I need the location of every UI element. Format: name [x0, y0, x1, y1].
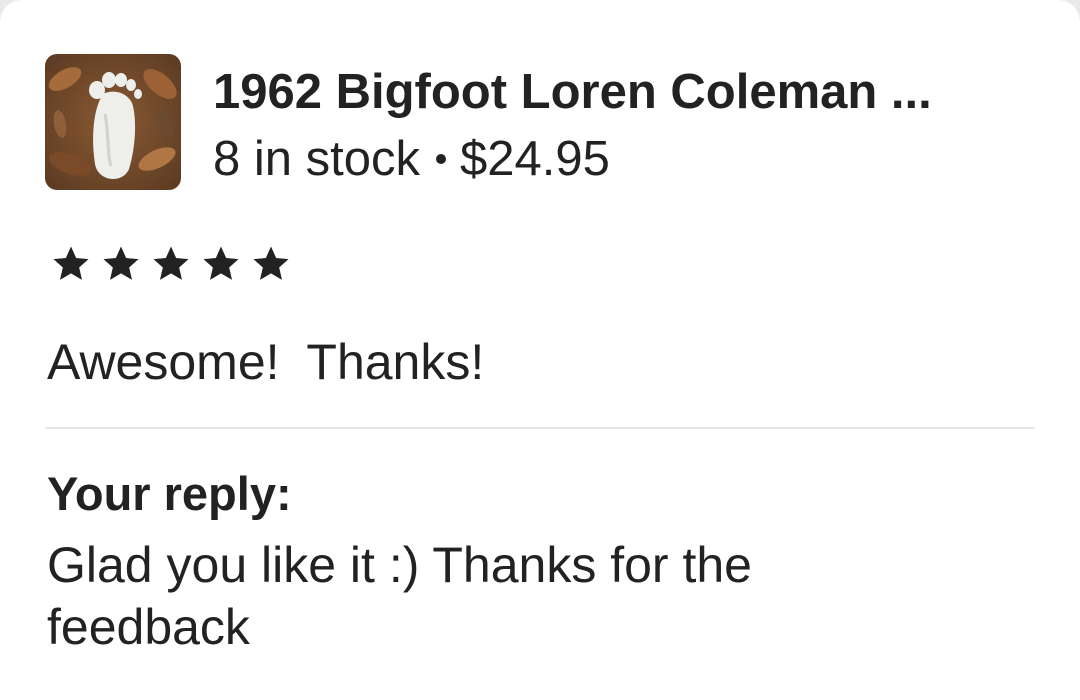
star-rating: [50, 244, 292, 284]
star-icon: [53, 246, 89, 280]
listing-summary[interactable]: 1962 Bigfoot Loren Coleman ... 8 in stoc…: [45, 54, 1035, 190]
review-card: 1962 Bigfoot Loren Coleman ... 8 in stoc…: [0, 0, 1080, 700]
divider: [45, 427, 1035, 429]
listing-info: 1962 Bigfoot Loren Coleman ... 8 in stoc…: [213, 60, 1035, 194]
listing-title[interactable]: 1962 Bigfoot Loren Coleman ...: [213, 60, 1035, 124]
listing-thumbnail[interactable]: [45, 54, 181, 190]
bigfoot-footprint-image: [45, 54, 181, 190]
stock-count: 8 in stock: [213, 132, 420, 186]
star-icon: [253, 246, 289, 280]
star-icon: [203, 246, 239, 280]
reply-label: Your reply:: [47, 467, 292, 520]
listing-price: $24.95: [459, 132, 610, 186]
separator-dot: [435, 154, 446, 165]
star-icon: [103, 246, 139, 280]
star-icon: [153, 246, 189, 280]
reply-text: Glad you like it :) Thanks for the feedb…: [47, 537, 752, 655]
review-text: Awesome! Thanks!: [47, 334, 485, 390]
listing-meta: 8 in stock $24.95: [213, 124, 1035, 194]
